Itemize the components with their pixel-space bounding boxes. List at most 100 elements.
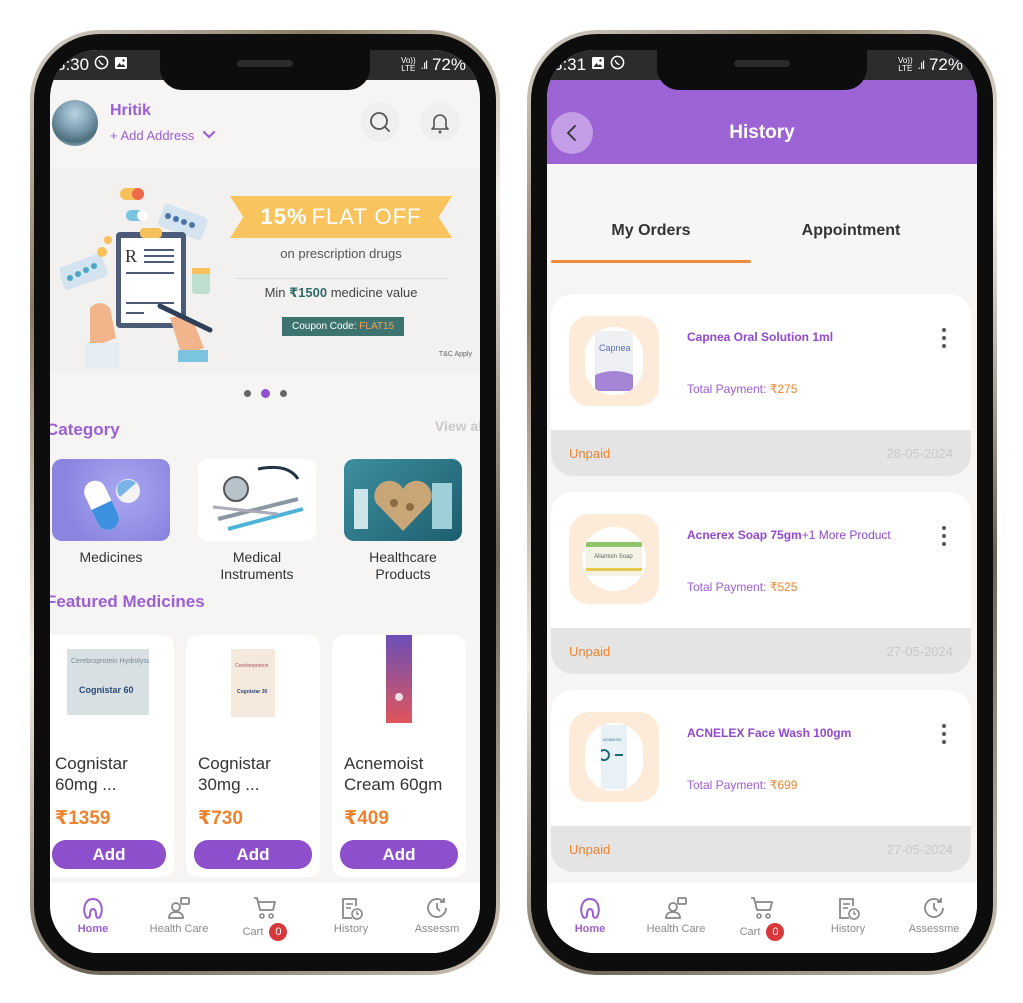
order-card[interactable]: Capnea Capnea Oral Solution 1ml Total Pa… [551,294,971,476]
speaker-grille [734,60,790,67]
stethoscope-icon [212,465,304,531]
carousel-dot[interactable] [279,390,287,397]
kebab-dot [942,328,946,332]
nav-label: Home [574,923,606,935]
notification-button[interactable] [420,102,460,142]
signal-icon: .ıl [917,58,925,72]
product-image [386,635,412,723]
kebab-dot [942,336,946,340]
category-label: Healthcare Products [369,549,437,582]
nav-home[interactable]: Home [548,895,632,935]
history-tabs: My Orders Appointment [547,164,977,264]
add-address-label: + Add Address [110,128,195,143]
category-label: Medicines [79,549,143,565]
category-title: Category [50,420,120,439]
nav-label: Health Care [646,923,706,935]
home-screen: 3:30 Vo)) LTE .ıl 72% Hritik + Add Addre… [50,50,480,953]
home-header: Hritik + Add Address [50,94,480,154]
phone-history-screen: 3:31 Vo)) LTE .ıl 72% History My Orders … [527,30,997,975]
order-thumbnail: Allantoin Soap [569,514,659,604]
order-footer: Unpaid 28-05-2024 [551,430,971,476]
product-card[interactable]: Cerebroprotein Cognistar 30 Cognistar 30… [186,635,320,877]
nav-assessment[interactable]: Assessme [892,895,976,935]
category-healthcare-products[interactable]: Healthcare Products [344,459,462,583]
health-care-icon [665,897,687,919]
order-product-name: ACNELEX Face Wash 100gm [687,726,911,741]
payment-status: Unpaid [569,643,611,659]
phone-notch [160,50,370,90]
product-image: Cerebroprotein Hydrolysate Cognistar 60 [67,649,149,715]
history-icon [342,898,363,920]
instruments-image [198,459,316,541]
total-label: Total Payment: [687,778,770,792]
total-amount: ₹275 [769,382,798,396]
product-card[interactable]: Cerebroprotein Hydrolysate Cognistar 60 … [50,635,174,877]
avatar[interactable] [52,100,98,146]
thumb-label: ACNELEX [603,737,622,742]
more-options-button[interactable] [939,328,949,348]
view-all-link[interactable]: View all [435,418,480,434]
order-name-text: Capnea Oral Solution 1ml [687,330,834,344]
user-name: Hritik [110,102,151,119]
nav-label: Home [77,923,109,935]
kebab-dot [942,534,946,538]
prescription-illustration: R [60,188,213,368]
search-button[interactable] [360,102,400,142]
healthcare-image [344,459,462,541]
product-price: ₹730 [198,808,243,829]
promo-min-suffix: medicine value [327,285,418,300]
discount-ribbon: 15% FLAT OFF [230,196,452,238]
add-to-cart-button[interactable]: Add [194,840,312,869]
more-options-button[interactable] [939,724,949,744]
orders-list: Capnea Capnea Oral Solution 1ml Total Pa… [551,294,971,888]
carousel-dot-active[interactable] [260,389,270,398]
order-date: 27-05-2024 [886,643,954,659]
category-medical-instruments[interactable]: Medical Instruments [198,459,316,583]
add-to-cart-button[interactable]: Add [340,840,458,869]
total-label: Total Payment: [687,580,770,594]
tab-my-orders[interactable]: My Orders [551,222,751,240]
nav-history[interactable]: History [806,895,890,935]
promo-subtitle: on prescription drugs [280,246,402,261]
nav-history[interactable]: History [309,895,393,935]
order-more-products: +1 More Product [801,528,891,542]
promo-min-value: ₹1500 [289,285,328,300]
whatsapp-icon [94,55,109,75]
discount-percent: 15% [260,204,308,229]
nav-health-care[interactable]: Health Care [634,895,718,935]
active-tab-indicator [551,260,751,263]
add-to-cart-button[interactable]: Add [52,840,166,869]
gallery-icon [591,55,605,75]
nav-health-care[interactable]: Health Care [137,895,221,935]
nav-assessment[interactable]: Assessm [395,895,479,935]
nav-cart[interactable]: Cart 0 [720,895,804,941]
add-address-button[interactable]: + Add Address [110,128,216,143]
carousel-dot[interactable] [243,390,251,397]
order-card[interactable]: ACNELEX ACNELEX Face Wash 100gm Total Pa… [551,690,971,872]
thumb-label: Allantoin Soap [594,554,633,560]
order-total: Total Payment: ₹699 [687,778,797,792]
assessment-icon [427,898,447,918]
tab-appointment[interactable]: Appointment [751,222,951,240]
bottom-navigation: Home Health Care Cart 0 History Assessme [547,883,977,953]
total-amount: ₹699 [769,778,798,792]
speaker-grille [237,60,293,67]
order-card[interactable]: Allantoin Soap Acnerex Soap 75gm+1 More … [551,492,971,674]
nav-label: History [830,923,866,935]
promo-banner[interactable]: R 15% FLAT OFF on prescription drugs Min… [50,168,480,373]
product-card[interactable]: Acnemoist Cream 60gm ₹409 Add [332,635,466,877]
svg-text:Cerebroprotein: Cerebroprotein [235,663,269,669]
svg-text:Cerebroprotein Hydrolysate: Cerebroprotein Hydrolysate [71,658,149,665]
product-image: Cerebroprotein Cognistar 30 [231,649,275,717]
history-screen: 3:31 Vo)) LTE .ıl 72% History My Orders … [547,50,977,953]
more-options-button[interactable] [939,526,949,546]
nav-home[interactable]: Home [51,895,135,935]
category-medicines[interactable]: Medicines [52,459,170,583]
volte-indicator: Vo)) LTE [897,56,913,73]
carousel-indicator [50,389,480,398]
total-amount: ₹525 [769,580,798,594]
nav-cart[interactable]: Cart 0 [223,895,307,941]
search-icon [370,112,390,132]
nav-label: Cart 0 [740,923,785,941]
thumb-label: Capnea [599,343,631,353]
